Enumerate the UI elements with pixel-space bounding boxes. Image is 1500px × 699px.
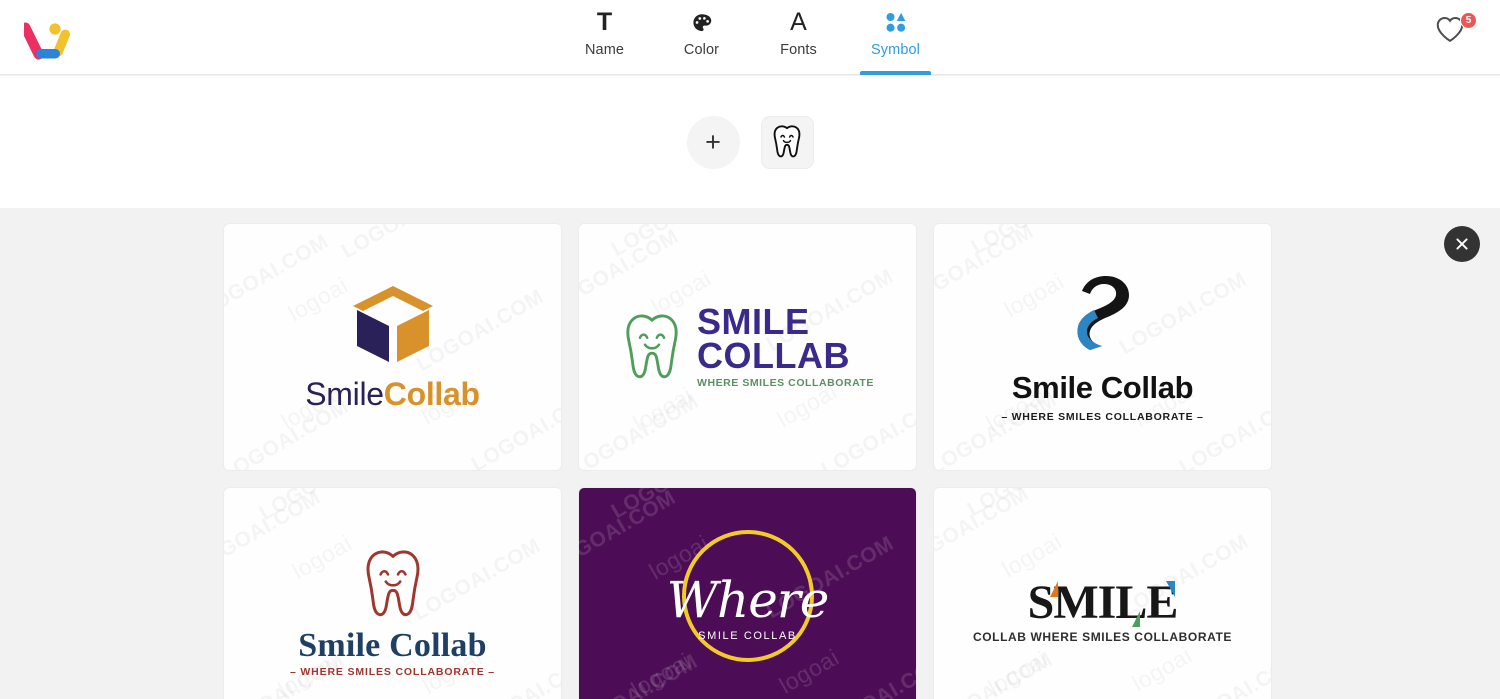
- font-icon: A: [790, 8, 807, 36]
- logo-name: Smile Collab: [1011, 369, 1194, 405]
- symbol-picker-bar: +: [0, 76, 1500, 208]
- favorites-button[interactable]: 5: [1435, 12, 1477, 55]
- logo-results-area: LOGOAI.COM LOGOAI.COM LOGOAI.COM LOGOAI.…: [0, 208, 1500, 699]
- s-monogram-icon: [1077, 275, 1129, 350]
- logo-tagline: SMILE COLLAB: [698, 629, 797, 642]
- logo-card[interactable]: LOGOAI.COM LOGOAI.COM LOGOAI.COM LOGOAI.…: [579, 224, 916, 470]
- active-tab-indicator: [860, 71, 931, 75]
- tooth-outline-icon: [366, 550, 419, 616]
- logo-preview: SmileCollab: [224, 224, 561, 470]
- close-icon: [1456, 238, 1468, 250]
- logo-name-part-2: Collab: [383, 376, 480, 412]
- logo-tagline: – WHERE SMILES COLLABORATE –: [289, 665, 496, 678]
- logo-tagline: – WHERE SMILES COLLABORATE –: [1001, 410, 1204, 423]
- tooth-outline-icon: [626, 314, 678, 379]
- close-panel-button[interactable]: [1444, 226, 1480, 262]
- tab-symbol-label: Symbol: [871, 42, 920, 58]
- favorites-count-badge: 5: [1460, 12, 1477, 29]
- logo-name: Where: [666, 570, 830, 629]
- shapes-icon: [885, 9, 907, 36]
- tab-color-label: Color: [683, 42, 720, 58]
- palette-icon: [691, 9, 713, 36]
- add-symbol-button[interactable]: +: [686, 115, 740, 169]
- isometric-cube-icon: [352, 286, 433, 362]
- logo-preview: Smile Collab – WHERE SMILES COLLABORATE …: [934, 224, 1271, 470]
- logo-name-line-2: COLLAB: [697, 335, 851, 376]
- logo-preview: SMILE COLLAB WHERE SMILES COLLABORATE: [579, 224, 916, 470]
- logo-card[interactable]: LOGOAI.COM LOGOAI.COM LOGOAI.COM LOGOAI.…: [224, 488, 561, 699]
- tab-fonts-label: Fonts: [780, 42, 817, 58]
- plus-icon: +: [705, 126, 721, 157]
- tab-fonts[interactable]: A Fonts: [763, 0, 834, 75]
- logo-preview: Where SMILE COLLAB: [579, 488, 916, 699]
- logo-tagline: COLLAB WHERE SMILES COLLABORATE: [972, 629, 1233, 644]
- logo-name-line-1: SMILE: [697, 300, 810, 342]
- logo-name: Smile Collab: [298, 626, 487, 664]
- main-nav-tabs: T Name Color A Fonts Symbol: [0, 0, 1500, 75]
- logo-grid: LOGOAI.COM LOGOAI.COM LOGOAI.COM LOGOAI.…: [224, 224, 1284, 699]
- logo-card[interactable]: LOGOAI.COM LOGOAI.COM LOGOAI.COM LOGOAI.…: [934, 488, 1271, 699]
- app-header: T Name Color A Fonts Symbol 5: [0, 0, 1500, 75]
- tab-symbol[interactable]: Symbol: [860, 0, 931, 75]
- accent-wedge-orange-icon: [1049, 580, 1058, 597]
- tab-name-label: Name: [584, 42, 625, 58]
- accent-wedge-blue-icon: [1165, 580, 1175, 597]
- symbol-chip-tooth[interactable]: [760, 115, 814, 169]
- logo-card[interactable]: LOGOAI.COM LOGOAI.COM LOGOAI.COM LOGOAI.…: [579, 488, 916, 699]
- logo-wordmark: SmileCollab: [305, 378, 480, 410]
- tab-name[interactable]: T Name: [569, 0, 640, 75]
- logo-tagline: WHERE SMILES COLLABORATE: [697, 377, 874, 390]
- logo-name-part-1: Smile: [305, 376, 384, 412]
- accent-wedge-green-icon: [1131, 610, 1140, 627]
- tab-color[interactable]: Color: [666, 0, 737, 75]
- logo-preview: SMILE COLLAB WHERE SMILES COLLABORATE: [934, 488, 1271, 699]
- logo-card[interactable]: LOGOAI.COM LOGOAI.COM LOGOAI.COM LOGOAI.…: [934, 224, 1271, 470]
- text-icon: T: [596, 8, 613, 36]
- logo-preview: Smile Collab – WHERE SMILES COLLABORATE …: [224, 488, 561, 699]
- logo-card[interactable]: LOGOAI.COM LOGOAI.COM LOGOAI.COM LOGOAI.…: [224, 224, 561, 470]
- tooth-icon: [773, 125, 801, 158]
